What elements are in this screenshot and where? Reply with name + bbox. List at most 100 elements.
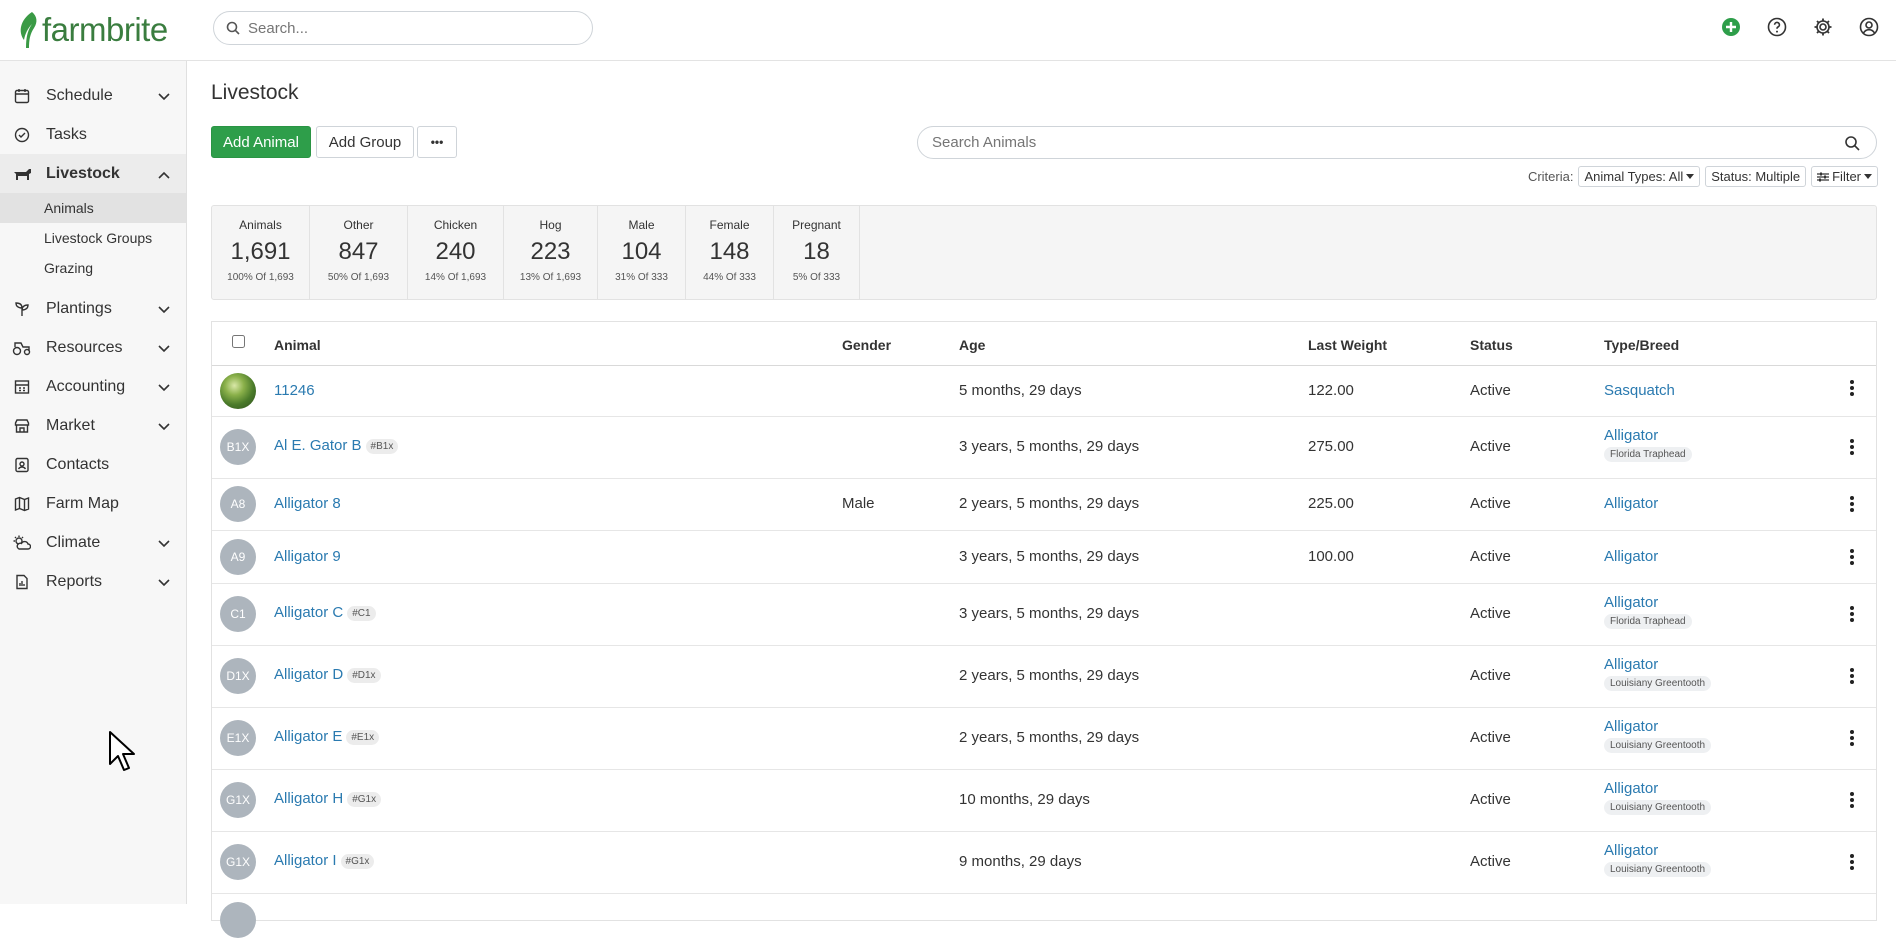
animal-name-link[interactable]: Alligator C [274, 604, 343, 621]
select-all-checkbox[interactable] [232, 335, 245, 348]
breed-tag: Florida Traphead [1604, 614, 1692, 629]
stat-female[interactable]: Female 148 44% Of 333 [686, 206, 774, 299]
table-row[interactable]: E1X Alligator E #E1x 2 years, 5 months, 2… [212, 708, 1876, 770]
row-menu-icon[interactable] [1850, 496, 1854, 516]
animal-tag: #D1x [347, 667, 381, 683]
table-row[interactable]: G1X Alligator I #G1x 9 months, 29 days Ac… [212, 832, 1876, 894]
add-group-button[interactable]: Add Group [316, 126, 414, 158]
animal-tag: #E1x [346, 729, 380, 745]
row-menu-icon[interactable] [1850, 549, 1854, 569]
table-row[interactable]: A8 Alligator 8 Male 2 years, 5 months, 2… [212, 479, 1876, 531]
sidebar-item-livestock[interactable]: Livestock [0, 154, 186, 193]
status-cell: Active [1470, 495, 1511, 512]
main-content: Livestock Add Animal Add Group ••• Crite… [187, 61, 1896, 938]
help-icon[interactable] [1764, 14, 1790, 40]
animal-name-link[interactable]: 11246 [274, 382, 315, 399]
more-options-button[interactable]: ••• [417, 126, 457, 158]
status-dropdown[interactable]: Status: Multiple [1705, 166, 1807, 187]
table-row[interactable]: A9 Alligator 9 3 years, 5 months, 29 day… [212, 531, 1876, 584]
stat-male[interactable]: Male 104 31% Of 333 [598, 206, 686, 299]
sidebar-subitem-livestock-groups[interactable]: Livestock Groups [0, 223, 186, 253]
column-header-animal[interactable]: Animal [274, 337, 321, 353]
sidebar-item-contacts[interactable]: Contacts [0, 445, 186, 484]
avatar: D1X [220, 658, 256, 694]
column-header-age[interactable]: Age [959, 337, 985, 353]
sidebar-item-reports[interactable]: Reports [0, 562, 186, 601]
sidebar-item-plantings[interactable]: Plantings [0, 289, 186, 328]
type-link[interactable]: Sasquatch [1604, 382, 1675, 399]
row-menu-icon[interactable] [1850, 668, 1854, 688]
table-row[interactable] [212, 894, 1876, 938]
chevron-down-icon [158, 574, 170, 592]
search-icon[interactable] [1844, 135, 1860, 151]
status-cell: Active [1470, 548, 1511, 565]
stat-animals[interactable]: Animals 1,691 100% Of 1,693 [212, 206, 310, 299]
gear-icon[interactable] [1810, 14, 1836, 40]
table-row[interactable]: 11246 5 months, 29 days 122.00 Active Sa… [212, 366, 1876, 417]
stat-other[interactable]: Other 847 50% Of 1,693 [310, 206, 408, 299]
animal-types-dropdown[interactable]: Animal Types: All [1578, 166, 1701, 187]
sidebar-item-market[interactable]: Market [0, 406, 186, 445]
stat-hog[interactable]: Hog 223 13% Of 1,693 [504, 206, 598, 299]
farmbrite-logo[interactable]: farmbrite [18, 6, 168, 54]
sidebar-subitem-animals[interactable]: Animals [0, 193, 186, 223]
animal-search-input[interactable] [930, 133, 1844, 152]
animal-name-link[interactable]: Alligator 8 [274, 495, 341, 512]
type-link[interactable]: Alligator [1604, 427, 1692, 444]
row-menu-icon[interactable] [1850, 730, 1854, 750]
table-row[interactable]: D1X Alligator D #D1x 2 years, 5 months, 2… [212, 646, 1876, 708]
column-header-type-breed[interactable]: Type/Breed [1604, 337, 1679, 353]
row-menu-icon[interactable] [1850, 439, 1854, 459]
column-header-status[interactable]: Status [1470, 337, 1513, 353]
status-cell: Active [1470, 382, 1511, 399]
table-header: Animal Gender Age Last Weight Status Typ… [212, 322, 1876, 366]
page-title: Livestock [211, 81, 299, 104]
animal-name-link[interactable]: Alligator 9 [274, 548, 341, 565]
sidebar-item-climate[interactable]: Climate [0, 523, 186, 562]
table-row[interactable]: G1X Alligator H #G1x 10 months, 29 days A… [212, 770, 1876, 832]
animal-name-link[interactable]: Alligator E [274, 728, 342, 745]
type-link[interactable]: Alligator [1604, 656, 1711, 673]
sidebar-item-schedule[interactable]: Schedule [0, 76, 186, 115]
table-row[interactable]: B1X Al E. Gator B #B1x 3 years, 5 months,… [212, 417, 1876, 479]
age-cell: 3 years, 5 months, 29 days [959, 438, 1140, 455]
animal-tag: #G1x [340, 853, 375, 869]
bank-icon [12, 377, 32, 397]
animal-name-link[interactable]: Alligator I [274, 852, 337, 869]
sidebar-item-tasks[interactable]: Tasks [0, 115, 186, 154]
user-account-icon[interactable] [1856, 14, 1882, 40]
sidebar-item-accounting[interactable]: Accounting [0, 367, 186, 406]
sidebar-item-resources[interactable]: Resources [0, 328, 186, 367]
column-header-gender[interactable]: Gender [842, 337, 891, 353]
stat-label: Other [343, 218, 374, 232]
row-menu-icon[interactable] [1850, 792, 1854, 812]
animal-search[interactable] [917, 126, 1877, 159]
stat-pregnant[interactable]: Pregnant 18 5% Of 333 [774, 206, 860, 299]
chevron-down-icon [158, 301, 170, 319]
column-header-last-weight[interactable]: Last Weight [1308, 337, 1387, 353]
row-menu-icon[interactable] [1850, 854, 1854, 874]
stat-sub: 100% Of 1,693 [227, 272, 294, 283]
type-link[interactable]: Alligator [1604, 780, 1711, 797]
type-link[interactable]: Alligator [1604, 718, 1711, 735]
add-animal-button[interactable]: Add Animal [211, 126, 311, 158]
filter-dropdown[interactable]: Filter [1811, 166, 1878, 187]
add-icon[interactable] [1718, 14, 1744, 40]
row-menu-icon[interactable] [1850, 606, 1854, 626]
stat-value: 240 [435, 238, 476, 265]
animal-name-link[interactable]: Alligator H [274, 790, 343, 807]
row-menu-icon[interactable] [1850, 380, 1854, 400]
sidebar-subitem-grazing[interactable]: Grazing [0, 253, 186, 283]
animal-name-link[interactable]: Al E. Gator B [274, 437, 362, 454]
table-row[interactable]: C1 Alligator C #C1 3 years, 5 months, 29 … [212, 584, 1876, 646]
global-search-input[interactable] [246, 18, 580, 38]
animal-name-link[interactable]: Alligator D [274, 666, 343, 683]
type-link[interactable]: Alligator [1604, 842, 1711, 859]
stat-chicken[interactable]: Chicken 240 14% Of 1,693 [408, 206, 504, 299]
type-link[interactable]: Alligator [1604, 495, 1658, 512]
avatar: G1X [220, 844, 256, 880]
type-link[interactable]: Alligator [1604, 594, 1692, 611]
sidebar-item-farm-map[interactable]: Farm Map [0, 484, 186, 523]
global-search[interactable] [213, 11, 593, 45]
type-link[interactable]: Alligator [1604, 548, 1658, 565]
